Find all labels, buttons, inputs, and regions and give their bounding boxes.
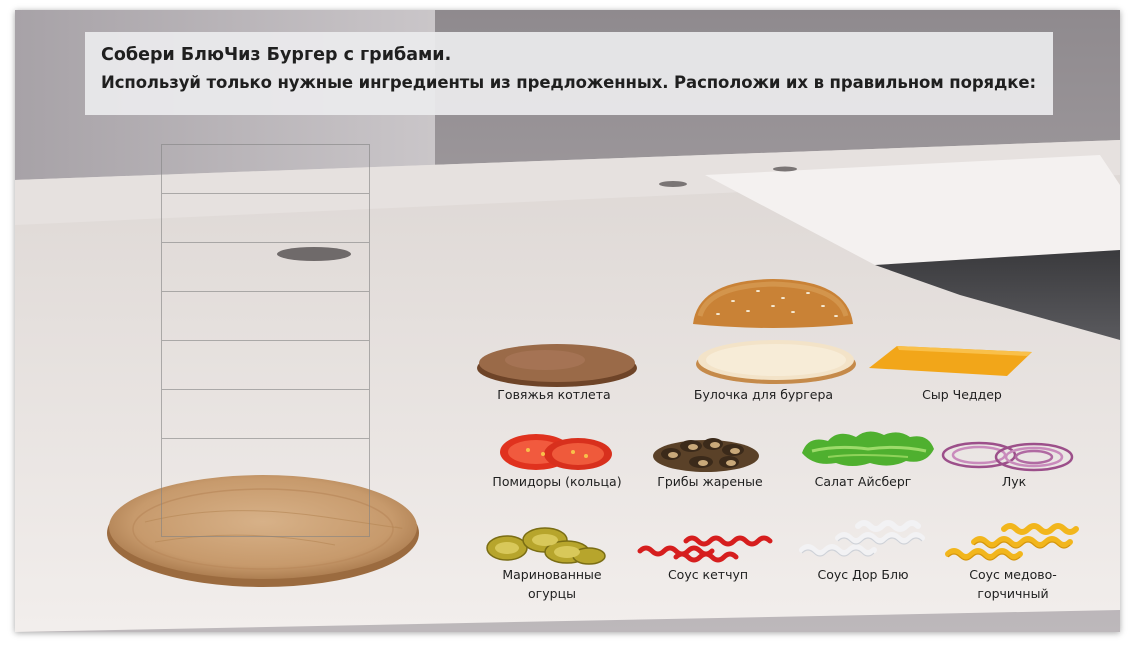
task-instruction: Используй только нужные ингредиенты из п… bbox=[101, 73, 1036, 92]
ingredient-dor-blue[interactable] bbox=[798, 520, 942, 560]
ingredient-lettuce[interactable] bbox=[798, 427, 938, 469]
game-frame: Собери БлюЧиз Бургер с грибами. Использу… bbox=[15, 10, 1120, 632]
pickles-image bbox=[486, 527, 606, 565]
onion-image bbox=[941, 441, 1074, 472]
ingredient-onion[interactable] bbox=[939, 435, 1079, 475]
label-dor-blue: Соус Дор Блю bbox=[817, 567, 909, 582]
ingredient-burger-bun[interactable] bbox=[695, 336, 857, 386]
label-ketchup: Соус кетчуп bbox=[667, 567, 749, 582]
ingredient-ketchup[interactable] bbox=[636, 531, 788, 563]
ingredient-beef-patty[interactable] bbox=[475, 340, 640, 390]
dor-blue-sauce-image bbox=[799, 520, 925, 557]
ingredient-honey-mustard[interactable] bbox=[944, 520, 1094, 564]
ingredient-tomatoes[interactable] bbox=[498, 430, 614, 472]
cheddar-image bbox=[869, 346, 1032, 376]
label-pickles: Маринованные огурцы bbox=[502, 567, 602, 601]
ketchup-image bbox=[637, 535, 773, 563]
honey-mustard-image bbox=[945, 523, 1079, 561]
label-lettuce: Салат Айсберг bbox=[814, 474, 912, 489]
task-title: Собери БлюЧиз Бургер с грибами. bbox=[101, 45, 452, 65]
stack-slot[interactable] bbox=[162, 438, 369, 439]
label-beef-patty: Говяжья котлета bbox=[497, 387, 611, 402]
stack-slot[interactable] bbox=[162, 389, 369, 390]
mushrooms-image bbox=[653, 438, 759, 472]
label-mushrooms: Грибы жареные bbox=[657, 474, 763, 489]
stack-slot[interactable] bbox=[162, 340, 369, 341]
lettuce-image bbox=[802, 431, 934, 466]
label-tomatoes: Помидоры (кольца) bbox=[492, 474, 622, 489]
label-burger-bun: Булочка для бургера bbox=[693, 387, 834, 402]
bun-top-image bbox=[693, 279, 853, 328]
ingredient-mushrooms[interactable] bbox=[651, 430, 761, 474]
label-onion: Лук bbox=[1001, 474, 1027, 489]
ingredient-cheddar[interactable] bbox=[867, 344, 1037, 378]
tomatoes-image bbox=[500, 434, 612, 470]
task-panel: Собери БлюЧиз Бургер с грибами. Использу… bbox=[85, 32, 1053, 115]
label-cheddar: Сыр Чеддер bbox=[922, 387, 1002, 402]
stack-slot[interactable] bbox=[162, 291, 369, 292]
burger-bun-top[interactable] bbox=[688, 276, 858, 332]
burger-stack-area[interactable] bbox=[161, 144, 370, 537]
ingredient-pickles[interactable] bbox=[485, 524, 607, 566]
stack-slot[interactable] bbox=[162, 193, 369, 194]
beef-patty-image bbox=[477, 344, 637, 387]
stack-slot[interactable] bbox=[162, 242, 369, 243]
label-honey-mustard: Соус медово-горчичный bbox=[969, 567, 1057, 601]
bun-bottom-image bbox=[696, 340, 856, 384]
